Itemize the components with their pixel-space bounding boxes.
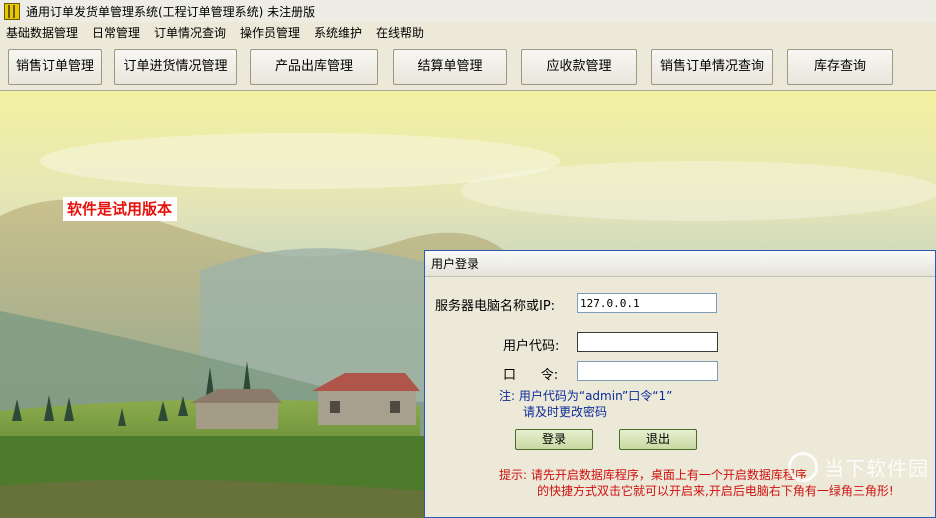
menu-bar: 基础数据管理 日常管理 订单情况查询 操作员管理 系统维护 在线帮助 [0,22,936,43]
menu-order-query[interactable]: 订单情况查询 [154,24,226,41]
app-icon [4,3,20,20]
exit-button[interactable]: 退出 [619,429,697,450]
database-hint-line1: 提示: 请先开启数据库程序，桌面上有一个开启数据库程序 [499,468,807,482]
password-input[interactable] [577,361,718,381]
watermark-logo-icon [788,452,818,482]
receivables-button[interactable]: 应收款管理 [521,49,637,85]
watermark-text: 当下软件园 [824,456,929,481]
watermark: 当下软件园 [788,452,929,482]
server-label: 服务器电脑名称或IP: [435,299,556,314]
toolbar: 销售订单管理 订单进货情况管理 产品出库管理 结算单管理 应收款管理 销售订单情… [0,42,936,91]
database-hint-line2: 的快捷方式双击它就可以开启来,开启后电脑右下角有一绿角三角形! [537,484,894,498]
change-password-note: 请及时更改密码 [523,405,608,419]
server-input[interactable] [577,293,717,313]
inventory-query-button[interactable]: 库存查询 [787,49,893,85]
login-dialog-title: 用户登录 [425,251,935,277]
user-code-label: 用户代码: [503,339,560,354]
sales-order-button[interactable]: 销售订单管理 [8,49,102,85]
trial-version-label: 软件是试用版本 [63,197,178,221]
order-purchase-button[interactable]: 订单进货情况管理 [114,49,237,85]
window-titlebar: 通用订单发货单管理系统(工程订单管理系统) 未注册版 [0,0,936,23]
window-title: 通用订单发货单管理系统(工程订单管理系统) 未注册版 [26,5,316,19]
settlement-button[interactable]: 结算单管理 [393,49,507,85]
menu-basic-data[interactable]: 基础数据管理 [6,24,78,41]
login-button[interactable]: 登录 [515,429,593,450]
default-account-note: 注: 用户代码为“admin”口令“1” [499,389,673,403]
menu-help[interactable]: 在线帮助 [376,24,424,41]
menu-daily[interactable]: 日常管理 [92,24,140,41]
menu-operator[interactable]: 操作员管理 [240,24,300,41]
user-code-input[interactable] [577,332,718,352]
sales-order-query-button[interactable]: 销售订单情况查询 [651,49,773,85]
password-label: 口 令: [503,368,559,383]
product-outbound-button[interactable]: 产品出库管理 [250,49,378,85]
menu-system[interactable]: 系统维护 [314,24,362,41]
